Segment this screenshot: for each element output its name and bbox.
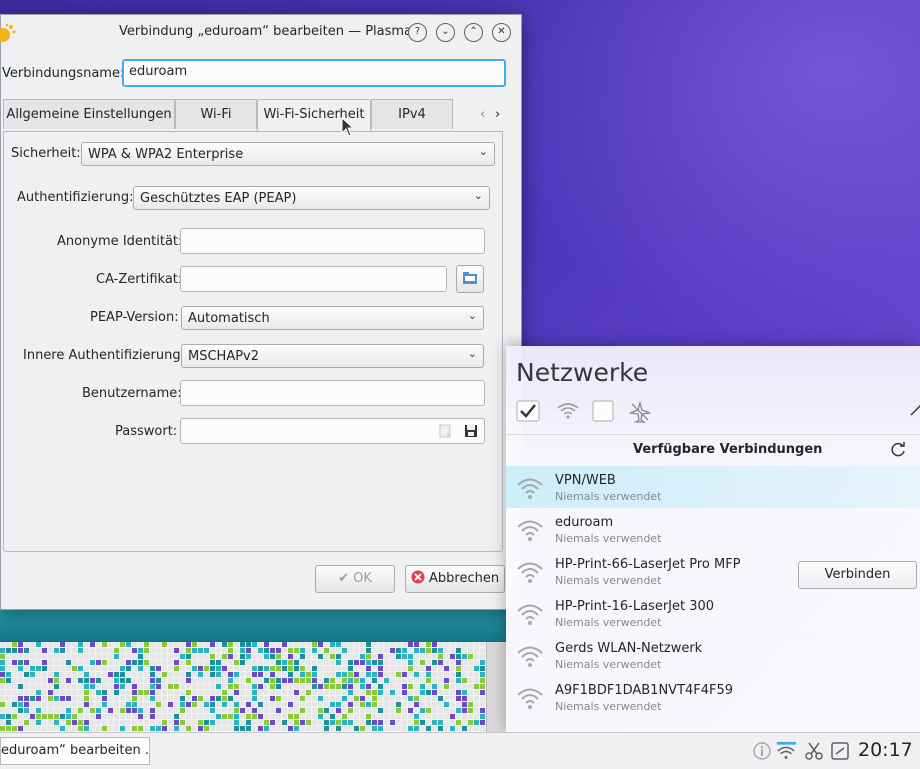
auth-value: Geschütztes EAP (PEAP) <box>140 191 297 206</box>
chevron-down-icon: ⌄ <box>467 347 477 360</box>
background-app-grid <box>0 642 486 732</box>
security-label: Sicherheit: <box>11 146 81 161</box>
list-item[interactable]: VPN/WEB Niemals verwendet <box>506 466 920 508</box>
wifi-signal-icon <box>517 646 543 667</box>
connection-status: Niemals verwendet <box>555 616 662 629</box>
save-icon[interactable] <box>464 424 478 438</box>
inner-auth-value: MSCHAPv2 <box>188 349 260 364</box>
networking-enabled-checkbox[interactable] <box>516 400 540 422</box>
connection-name: HP-Print-66-LaserJet Pro MFP <box>555 557 741 572</box>
peap-version-select[interactable]: Automatisch ⌄ <box>181 306 484 330</box>
applet-title: Netzwerke <box>516 358 649 387</box>
tab-bar: Allgemeine Einstellungen Wi-Fi Wi-Fi-Sic… <box>3 99 503 131</box>
connection-name: Gerds WLAN-Netzwerk <box>555 641 703 656</box>
peap-version-label: PEAP-Version: <box>90 310 179 325</box>
auth-select[interactable]: Geschütztes EAP (PEAP) ⌄ <box>133 186 490 210</box>
maximize-button[interactable]: ⌃ <box>464 23 483 42</box>
chevron-down-icon: ⌄ <box>467 309 477 322</box>
checkmark-icon: ✔ <box>338 571 354 586</box>
connection-status: Niemals verwendet <box>555 700 662 713</box>
anon-identity-label: Anonyme Identität: <box>57 234 183 249</box>
anon-identity-input[interactable] <box>180 228 485 254</box>
cancel-button[interactable]: Abbrechen <box>405 565 505 593</box>
network-tray-icon[interactable] <box>776 741 796 761</box>
connection-name: A9F1BDF1DAB1NVT4F4F59 <box>555 683 734 698</box>
wifi-signal-icon <box>517 478 543 499</box>
connection-status: Niemals verwendet <box>555 658 662 671</box>
wifi-enabled-checkbox[interactable] <box>592 400 614 422</box>
pin-icon[interactable] <box>910 404 920 416</box>
tab-general[interactable]: Allgemeine Einstellungen <box>3 99 175 129</box>
auth-label: Authentifizierung: <box>17 190 134 205</box>
available-connections-header: Verfügbare Verbindungen <box>506 434 920 465</box>
connection-status: Niemals verwendet <box>555 574 662 587</box>
inner-auth-label: Innere Authentifizierung: <box>23 348 185 363</box>
taskbar-task-edit-connection[interactable]: eduroam“ bearbeiten ... <box>0 737 150 765</box>
list-item[interactable]: A9F1BDF1DAB1NVT4F4F59 Niemals verwendet <box>506 676 920 718</box>
wifi-security-panel: Sicherheit: WPA & WPA2 Enterprise ⌄ Auth… <box>3 131 503 552</box>
cancel-icon <box>411 570 425 584</box>
clock[interactable]: 20:17 <box>858 739 913 761</box>
open-file-button[interactable] <box>456 265 484 293</box>
wifi-signal-icon <box>517 604 543 625</box>
info-icon[interactable] <box>752 741 772 761</box>
peap-version-value: Automatisch <box>188 311 270 326</box>
password-label: Passwort: <box>115 424 178 439</box>
connection-status: Niemals verwendet <box>555 532 662 545</box>
security-value: WPA & WPA2 Enterprise <box>88 147 244 162</box>
tab-scroll-left-icon[interactable]: ‹ <box>480 107 485 122</box>
updates-icon[interactable] <box>830 741 850 761</box>
ca-cert-label: CA-Zertifikat: <box>96 272 183 287</box>
available-connections-title: Verfügbare Verbindungen <box>633 442 823 457</box>
connection-name-label: Verbindungsname: <box>2 66 125 81</box>
ok-label: OK <box>353 571 372 586</box>
username-label: Benutzername: <box>82 386 182 401</box>
edit-connection-dialog: Verbindung „eduroam“ bearbeiten — Plasma… <box>0 14 522 610</box>
list-item[interactable]: HP-Print-66-LaserJet Pro MFP Niemals ver… <box>506 550 920 592</box>
wifi-signal-icon <box>517 562 543 583</box>
list-item[interactable]: eduroam Niemals verwendet <box>506 508 920 550</box>
connection-status: Niemals verwendet <box>555 490 662 503</box>
list-item[interactable]: Gerds WLAN-Netzwerk Niemals verwendet <box>506 634 920 676</box>
inner-auth-select[interactable]: MSCHAPv2 ⌄ <box>181 344 484 368</box>
minimize-button[interactable]: ⌄ <box>436 23 455 42</box>
background-app-scrollbar[interactable] <box>486 642 507 732</box>
dialog-titlebar[interactable]: Verbindung „eduroam“ bearbeiten — Plasma… <box>0 15 521 49</box>
connection-name: eduroam <box>555 515 614 530</box>
wifi-toggle-icon[interactable] <box>556 402 580 420</box>
list-item[interactable]: HP-Print-16-LaserJet 300 Niemals verwend… <box>506 592 920 634</box>
applet-toolbar <box>516 398 920 424</box>
network-applet: Netzwerke Verfügbare Verbindungen VPN/WE… <box>506 346 920 732</box>
wallpaper-glow <box>470 0 920 350</box>
taskbar: eduroam“ bearbeiten ... 20:17 <box>0 732 920 769</box>
connection-name-input[interactable]: eduroam <box>122 59 506 87</box>
chevron-down-icon: ⌄ <box>473 189 483 202</box>
wifi-signal-icon <box>517 688 543 709</box>
app-icon <box>0 23 16 42</box>
dialog-title: Verbindung „eduroam“ bearbeiten — Plasma <box>119 24 413 39</box>
wifi-signal-icon <box>517 520 543 541</box>
scissors-icon[interactable] <box>804 741 824 761</box>
connection-name: HP-Print-16-LaserJet 300 <box>555 599 715 614</box>
folder-open-icon <box>463 272 477 284</box>
help-button[interactable]: ? <box>408 23 427 42</box>
ca-cert-input[interactable] <box>180 266 447 292</box>
tab-ipv4[interactable]: IPv4 <box>371 99 453 129</box>
security-select[interactable]: WPA & WPA2 Enterprise ⌄ <box>81 142 495 166</box>
tab-scroll-right-icon[interactable]: › <box>495 107 500 122</box>
show-password-icon[interactable] <box>438 424 452 438</box>
chevron-down-icon: ⌄ <box>478 145 488 158</box>
refresh-icon[interactable] <box>889 441 907 459</box>
tab-wifi[interactable]: Wi-Fi <box>175 99 257 129</box>
connect-button[interactable]: Verbinden <box>798 561 917 589</box>
close-button[interactable]: ✕ <box>492 23 511 42</box>
mouse-cursor-icon <box>341 117 355 137</box>
ok-button[interactable]: ✔ OK <box>315 565 395 593</box>
connection-name: VPN/WEB <box>555 473 616 488</box>
background-app-header <box>0 608 506 642</box>
username-input[interactable] <box>180 380 485 406</box>
cancel-label: Abbrechen <box>429 571 500 586</box>
airplane-mode-icon[interactable] <box>628 401 652 423</box>
background-app-window <box>0 608 507 732</box>
